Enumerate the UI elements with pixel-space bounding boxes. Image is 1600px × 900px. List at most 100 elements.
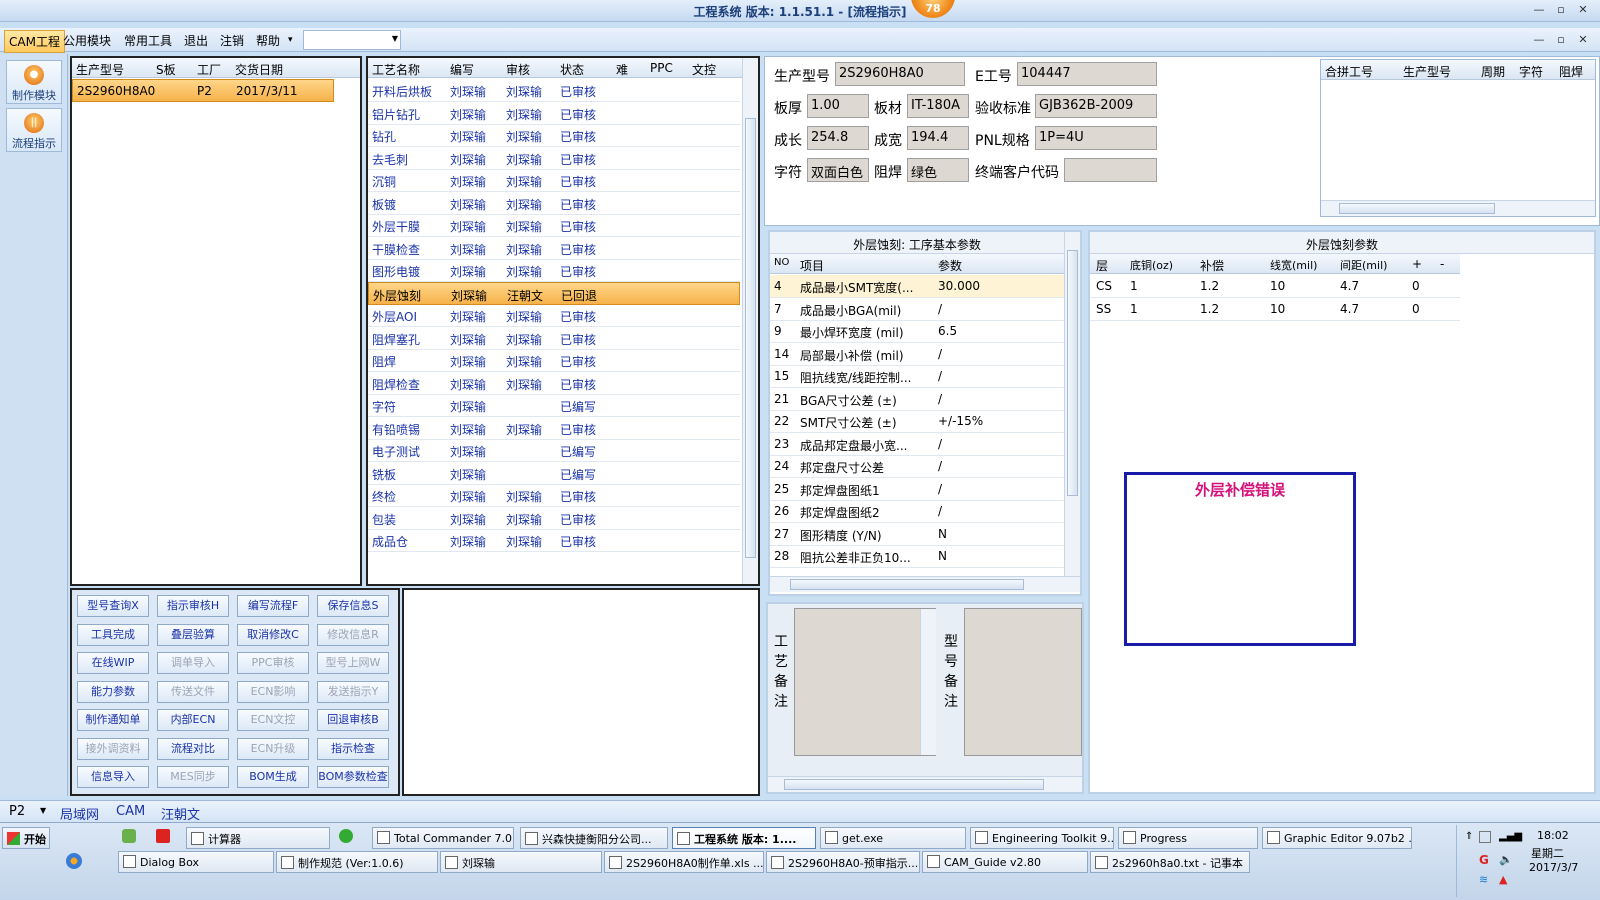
col-compensation[interactable]: 补偿 (1200, 257, 1224, 274)
menu-common-modules[interactable]: 公用模块 (63, 32, 111, 49)
chevron-down-icon[interactable]: ▼ (40, 806, 46, 815)
function-button[interactable]: 能力参数 (77, 680, 149, 703)
taskbar-item[interactable]: CAM_Guide v2.80 (922, 851, 1088, 873)
quicklaunch-icon[interactable] (122, 829, 136, 843)
table-row[interactable]: 板镀 刘琛输 刘琛输 已审核 (368, 192, 740, 215)
notes-hscrollbar[interactable] (768, 776, 1082, 792)
network-icon[interactable] (1479, 831, 1491, 843)
function-button[interactable]: 工具完成 (77, 623, 149, 646)
process-notes-field[interactable] (794, 608, 936, 756)
taskbar-item[interactable]: 制作规范 (Ver:1.0.6) (276, 851, 438, 873)
table-row[interactable]: 字符 刘琛输 已编写 (368, 394, 740, 417)
close-button[interactable]: ✕ (1572, 3, 1594, 16)
col-combine-char[interactable]: 字符 (1519, 63, 1543, 80)
material-field[interactable]: IT-180A (907, 94, 969, 118)
table-row[interactable]: 21 BGA尺寸公差 (±) / (770, 388, 1064, 411)
pnl-field[interactable]: 1P=4U (1035, 126, 1157, 150)
table-row[interactable]: 阻焊检查 刘琛输 刘琛输 已审核 (368, 372, 740, 395)
width-field[interactable]: 194.4 (907, 126, 969, 150)
col-layer[interactable]: 层 (1096, 257, 1108, 274)
table-row[interactable]: 15 阻抗线宽/线距控制... / (770, 365, 1064, 388)
thickness-field[interactable]: 1.00 (807, 94, 869, 118)
menu-help[interactable]: 帮助 (256, 32, 280, 49)
col-s-board[interactable]: S板 (156, 61, 176, 78)
table-row[interactable]: 4 成品最小SMT宽度(... 30.000 (770, 275, 1064, 298)
taskbar-item[interactable]: Progress (1118, 827, 1258, 849)
mask-field[interactable]: 绿色 (907, 158, 969, 182)
col-difficulty[interactable]: 难 (616, 61, 628, 78)
scroll-thumb[interactable] (790, 579, 1024, 590)
taskbar-item[interactable]: 2S2960H8A0-预审指示.... (766, 851, 920, 873)
col-combine-cycle[interactable]: 周期 (1481, 63, 1505, 80)
taskbar-item[interactable]: 兴森快捷衡阳分公司... (520, 827, 668, 849)
function-button[interactable]: 保存信息S (317, 595, 389, 617)
table-row[interactable]: 26 邦定焊盘图纸2 / (770, 500, 1064, 523)
col-spacing[interactable]: 间距(mil) (1340, 257, 1387, 273)
taskbar-item[interactable]: Total Commander 7.0 ... (372, 827, 514, 849)
table-row[interactable]: 铝片钻孔 刘琛输 刘琛输 已审核 (368, 102, 740, 125)
menu-cam-project[interactable]: CAM工程 (4, 30, 65, 53)
child-minimize-button[interactable]: — (1528, 33, 1550, 46)
col-combine-model[interactable]: 生产型号 (1403, 63, 1451, 80)
col-doc-control[interactable]: 文控 (692, 61, 716, 78)
function-button[interactable]: 叠层验算 (157, 623, 229, 646)
function-button[interactable]: 指示检查 (317, 737, 389, 760)
function-button[interactable]: BOM生成 (237, 766, 309, 788)
volume-icon[interactable]: 🔈 (1499, 853, 1513, 866)
col-reviewer[interactable]: 审核 (506, 61, 530, 78)
col-status[interactable]: 状态 (560, 61, 584, 78)
char-field[interactable]: 双面白色 (807, 158, 869, 182)
table-row[interactable]: 外层干膜 刘琛输 刘琛输 已审核 (368, 214, 740, 237)
table-row[interactable]: 钻孔 刘琛输 刘琛输 已审核 (368, 124, 740, 147)
function-button[interactable]: ECN影响 (237, 680, 309, 703)
function-button[interactable]: 型号查询X (77, 595, 149, 617)
taskbar-item[interactable]: Dialog Box (118, 851, 274, 873)
table-row[interactable]: 24 邦定盘尺寸公差 / (770, 455, 1064, 478)
col-minus[interactable]: - (1440, 257, 1444, 271)
menu-common-tools[interactable]: 常用工具 (124, 32, 172, 49)
table-row[interactable]: 铣板 刘琛输 已编写 (368, 462, 740, 485)
process-notes-scrollbar[interactable] (920, 609, 936, 755)
col-plus[interactable]: + (1412, 257, 1422, 271)
table-row[interactable]: 2S2960H8A0 P2 2017/3/11 (72, 79, 334, 102)
table-row[interactable]: 14 局部最小补偿 (mil) / (770, 343, 1064, 366)
table-row[interactable]: 7 成品最小BGA(mil) / (770, 298, 1064, 321)
process-scrollbar[interactable] (742, 58, 758, 584)
taskbar-item[interactable]: 2S2960H8A0制作单.xls ... (604, 851, 764, 873)
function-button[interactable]: 编写流程F (237, 595, 309, 617)
col-line-width[interactable]: 线宽(mil) (1270, 257, 1317, 273)
child-close-button[interactable]: ✕ (1572, 33, 1594, 46)
col-param[interactable]: 参数 (938, 257, 962, 274)
table-row[interactable]: 成品仓 刘琛输 刘琛输 已审核 (368, 529, 740, 552)
col-writer[interactable]: 编写 (450, 61, 474, 78)
table-row[interactable]: 23 成品邦定盘最小宽... / (770, 433, 1064, 456)
function-button[interactable]: 发送指示Y (317, 680, 389, 703)
taskbar-item[interactable]: 刘琛输 (440, 851, 602, 873)
standard-field[interactable]: GJB362B-2009 (1035, 94, 1157, 118)
col-item[interactable]: 项目 (800, 257, 824, 274)
table-row[interactable]: 干膜检查 刘琛输 刘琛输 已审核 (368, 237, 740, 260)
module-combo[interactable]: ▼ (303, 30, 401, 50)
scroll-thumb[interactable] (745, 118, 756, 558)
col-base-copper[interactable]: 底铜(oz) (1130, 257, 1173, 273)
col-combine-mask[interactable]: 阻焊 (1559, 63, 1583, 80)
combine-hscrollbar[interactable] (1321, 200, 1595, 216)
table-row[interactable]: 28 阻抗公差非正负10... N (770, 545, 1064, 568)
taskbar-item[interactable]: 2s2960h8a0.txt - 记事本 (1090, 851, 1250, 873)
nav-production-module[interactable]: ● 制作模块 (6, 60, 62, 104)
function-button[interactable]: MES同步 (157, 766, 229, 788)
tray-app-icon[interactable]: ≋ (1479, 873, 1488, 886)
function-button[interactable]: 在线WIP (77, 652, 149, 674)
eno-field[interactable]: 104447 (1017, 62, 1157, 86)
function-button[interactable]: 制作通知单 (77, 709, 149, 731)
params-hscrollbar[interactable] (770, 576, 1080, 592)
taskbar-item[interactable]: Engineering Toolkit 9.... (970, 827, 1114, 849)
col-factory[interactable]: 工厂 (197, 61, 221, 78)
table-row[interactable]: SS 1 1.2 10 4.7 0 (1090, 298, 1460, 321)
table-row[interactable]: 阻焊 刘琛输 刘琛输 已审核 (368, 349, 740, 372)
g-app-icon[interactable]: G (1479, 853, 1489, 867)
ie-icon[interactable] (339, 829, 353, 843)
length-field[interactable]: 254.8 (807, 126, 869, 150)
table-row[interactable]: 9 最小焊环宽度 (mil) 6.5 (770, 320, 1064, 343)
table-row[interactable]: 22 SMT尺寸公差 (±) +/-15% (770, 410, 1064, 433)
